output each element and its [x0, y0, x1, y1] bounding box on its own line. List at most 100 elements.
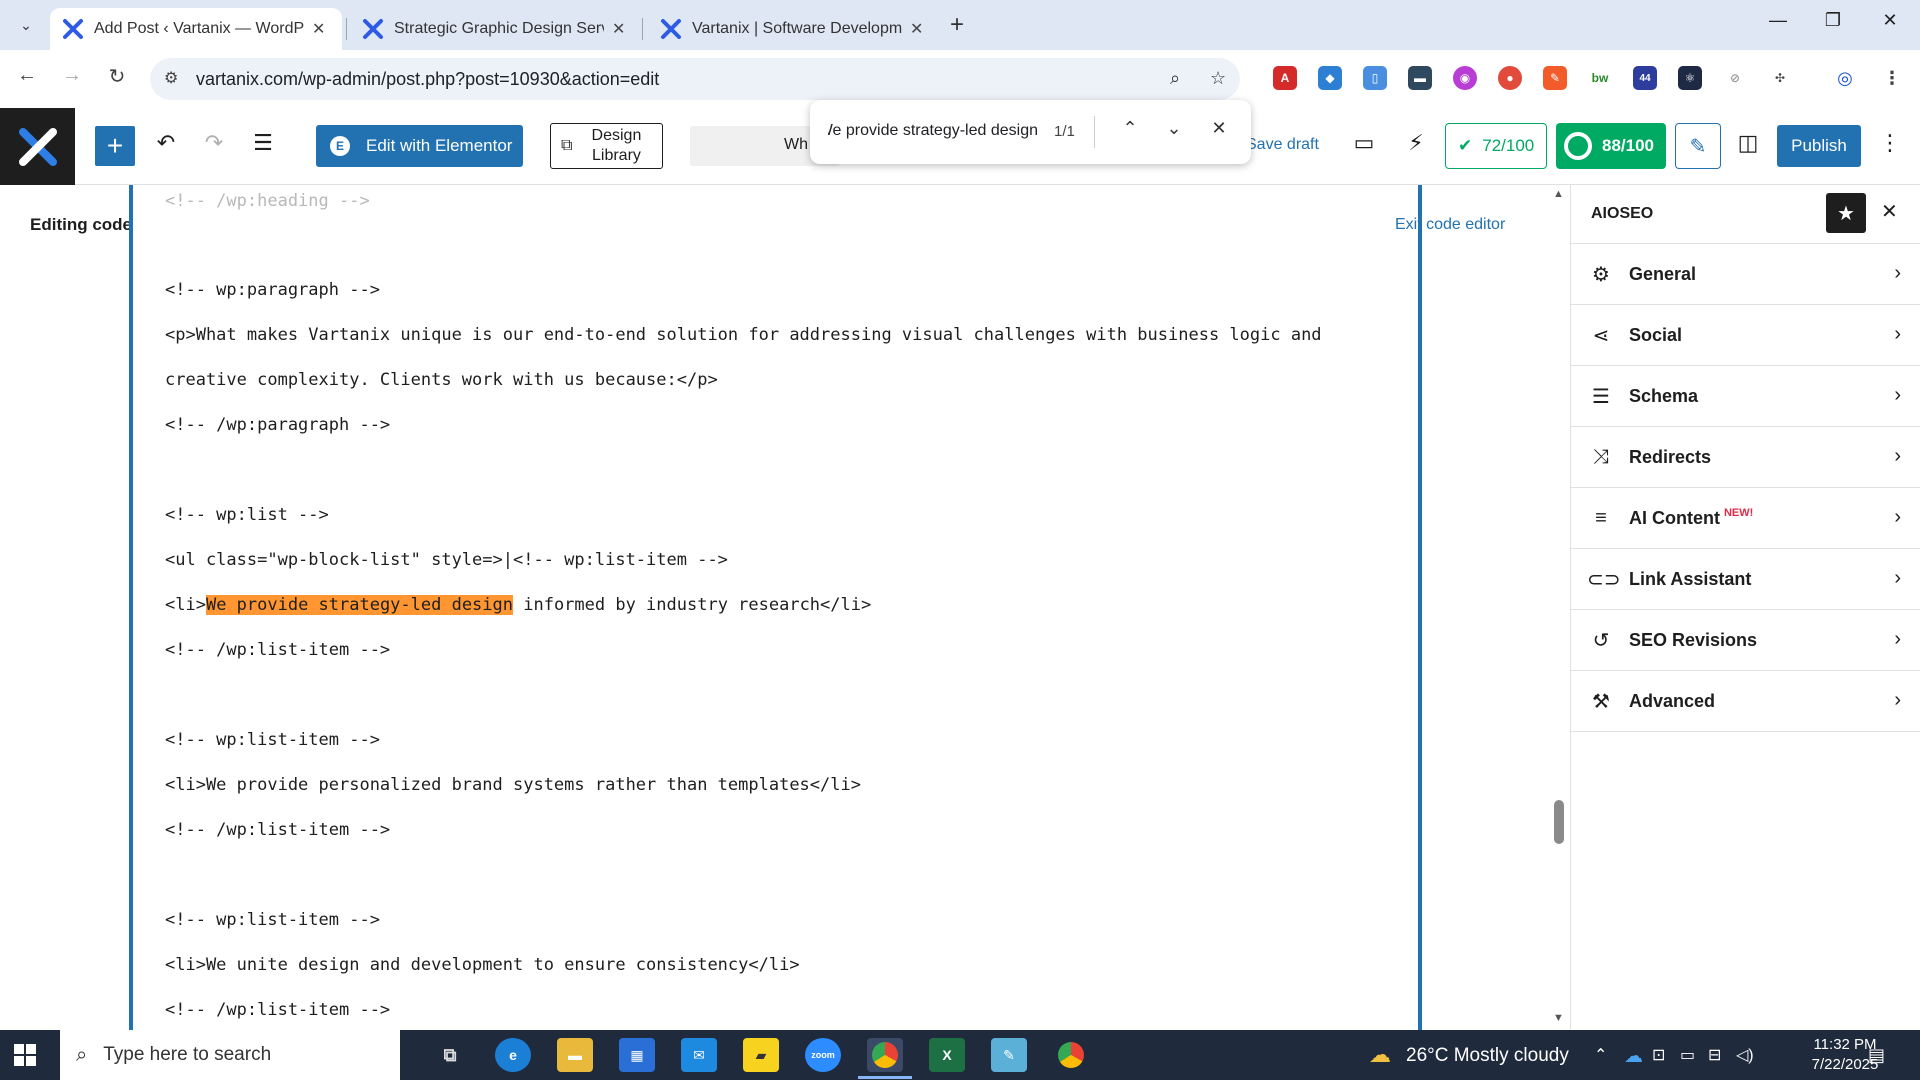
- tab-vartanix-software[interactable]: Vartanix | Software Developmen ✕: [648, 8, 940, 50]
- minimize-icon[interactable]: —: [1758, 10, 1798, 31]
- window-close-icon[interactable]: ✕: [1870, 10, 1910, 31]
- site-logo[interactable]: [0, 108, 75, 185]
- search-icon: ⌕: [76, 1043, 88, 1066]
- edit-with-elementor-button[interactable]: E Edit with Elementor: [316, 125, 523, 167]
- tray-overflow-icon[interactable]: ⌃: [1594, 1045, 1607, 1065]
- reload-icon[interactable]: ↻: [102, 64, 132, 89]
- folder-extension-icon[interactable]: ▬: [1408, 66, 1432, 90]
- code-line: <!-- /wp:list-item -->: [165, 820, 391, 840]
- find-in-page-icon[interactable]: ⌕: [1170, 68, 1180, 89]
- save-draft-button[interactable]: Save draft: [1246, 136, 1319, 154]
- notepad-icon[interactable]: ✎: [991, 1038, 1027, 1072]
- sidebar-item-social[interactable]: ⋖ Social ›: [1571, 305, 1920, 366]
- shield-extension-icon[interactable]: ◆: [1318, 66, 1342, 90]
- publish-button[interactable]: Publish: [1777, 125, 1861, 167]
- sidebar-item-seo-revisions[interactable]: ↺ SEO Revisions ›: [1571, 610, 1920, 671]
- weather-icon[interactable]: ☁: [1362, 1038, 1398, 1072]
- tab-add-post[interactable]: Add Post ‹ Vartanix — WordPre ✕: [50, 8, 342, 50]
- find-bar: We provide strategy-led design 1/1 ⌃ ⌄ ✕: [810, 100, 1251, 164]
- weather-text[interactable]: 26°C Mostly cloudy: [1406, 1045, 1569, 1067]
- chrome-profile-icon[interactable]: [1053, 1038, 1089, 1072]
- sidebar-item-general[interactable]: ⚙ General ›: [1571, 244, 1920, 305]
- design-library-button[interactable]: ⧉ Design Library: [550, 123, 663, 169]
- options-menu-icon[interactable]: ⋮: [1874, 130, 1906, 156]
- code-line: <!-- wp:list-item -->: [165, 730, 380, 750]
- profile-icon[interactable]: ◎: [1833, 66, 1857, 90]
- find-close-icon[interactable]: ✕: [1205, 118, 1233, 139]
- aioseo-score-button[interactable]: 88/100: [1556, 123, 1666, 169]
- network-icon[interactable]: ⊟: [1708, 1045, 1721, 1065]
- sidebar-title: AIOSEO: [1591, 205, 1654, 222]
- bw-extension-icon[interactable]: bw: [1588, 66, 1612, 90]
- chrome-menu-icon[interactable]: ⋮: [1880, 66, 1904, 90]
- restore-icon[interactable]: ❐: [1813, 10, 1853, 31]
- document-overview-icon[interactable]: ☰: [247, 130, 279, 156]
- tab-search-chevron-icon[interactable]: ⌄: [12, 11, 40, 39]
- tray-app-icon[interactable]: ⊡: [1652, 1045, 1665, 1065]
- code-editor[interactable]: <!-- /wp:heading --> <!-- wp:paragraph -…: [129, 185, 1422, 1030]
- readability-score-button[interactable]: ✔ 72/100: [1445, 123, 1547, 169]
- store-icon[interactable]: ▦: [619, 1038, 655, 1072]
- performance-icon[interactable]: ⚡: [1400, 130, 1432, 156]
- site-settings-icon[interactable]: ⚙: [164, 68, 178, 88]
- mail-icon[interactable]: ✉: [681, 1038, 717, 1072]
- editing-code-label: Editing code: [30, 215, 132, 234]
- windows-start-icon[interactable]: [14, 1044, 36, 1066]
- editor-scrollbar-thumb[interactable]: [1554, 800, 1564, 844]
- sidebar-item-redirects[interactable]: ⤨ Redirects ›: [1571, 427, 1920, 488]
- chevron-right-icon: ›: [1894, 628, 1901, 650]
- edge-icon[interactable]: e: [495, 1038, 531, 1072]
- chrome-active-icon[interactable]: [867, 1038, 903, 1072]
- task-view-icon[interactable]: ⧉: [432, 1038, 468, 1072]
- onedrive-icon[interactable]: ☁: [1624, 1045, 1643, 1068]
- react-extension-icon[interactable]: ⚛: [1678, 66, 1702, 90]
- undo-icon[interactable]: ↶: [150, 130, 182, 156]
- preview-desktop-icon[interactable]: ▭: [1348, 130, 1380, 156]
- code-fragment: <li>: [165, 595, 206, 615]
- docs-extension-icon[interactable]: ▯: [1363, 66, 1387, 90]
- sidebar-item-schema[interactable]: ☰ Schema ›: [1571, 366, 1920, 427]
- sidebar-item-ai-content[interactable]: ≡ AI Content NEW! ›: [1571, 488, 1920, 549]
- editor-scrollbar[interactable]: [1548, 185, 1570, 1030]
- zoom-icon[interactable]: zoom: [805, 1038, 841, 1072]
- find-query-input[interactable]: We provide strategy-led design: [828, 122, 1038, 140]
- spark-extension-icon[interactable]: ✎: [1543, 66, 1567, 90]
- ai-wand-icon[interactable]: ✎: [1675, 123, 1721, 169]
- sidebar-item-link-assistant[interactable]: ⊂⊃ Link Assistant ›: [1571, 549, 1920, 610]
- pokeball-extension-icon[interactable]: ●: [1498, 66, 1522, 90]
- sidebar-item-label: General: [1629, 263, 1697, 284]
- tab-close-icon[interactable]: ✕: [910, 19, 923, 39]
- find-previous-icon[interactable]: ⌃: [1116, 118, 1144, 139]
- scroll-down-arrow-icon[interactable]: ▼: [1553, 1012, 1564, 1024]
- tab-close-icon[interactable]: ✕: [612, 19, 625, 39]
- badge-extension-icon[interactable]: 44: [1633, 66, 1657, 90]
- excel-icon[interactable]: X: [929, 1038, 965, 1072]
- file-explorer-icon[interactable]: ▬: [557, 1038, 593, 1072]
- block-inserter-button[interactable]: +: [95, 126, 135, 166]
- color-extension-icon[interactable]: ◉: [1453, 66, 1477, 90]
- puzzle-extensions-icon[interactable]: ✣: [1768, 66, 1792, 90]
- find-next-icon[interactable]: ⌄: [1160, 118, 1188, 139]
- acrobat-extension-icon[interactable]: A: [1273, 66, 1297, 90]
- taskbar-search-box[interactable]: ⌕ Type here to search: [60, 1030, 400, 1080]
- scroll-up-arrow-icon[interactable]: ▲: [1553, 188, 1564, 200]
- bookmark-star-icon[interactable]: ☆: [1210, 68, 1226, 89]
- new-tab-plus-icon[interactable]: +: [950, 12, 964, 38]
- address-bar[interactable]: ⚙ vartanix.com/wp-admin/post.php?post=10…: [150, 58, 1240, 100]
- back-arrow-icon[interactable]: ←: [12, 64, 42, 87]
- forward-arrow-icon[interactable]: →: [57, 64, 87, 87]
- tab-close-icon[interactable]: ✕: [312, 19, 325, 39]
- sidebar-item-advanced[interactable]: ⚒ Advanced ›: [1571, 671, 1920, 732]
- redo-icon[interactable]: ↷: [198, 130, 230, 156]
- settings-sidebar-toggle-icon[interactable]: ◫: [1732, 130, 1764, 156]
- tab-strategic-graphic-design[interactable]: Strategic Graphic Design Servic ✕: [350, 8, 642, 50]
- sidebar-close-icon[interactable]: ✕: [1881, 199, 1898, 224]
- code-line: <!-- /wp:heading -->: [165, 191, 370, 211]
- volume-icon[interactable]: ◁): [1736, 1045, 1754, 1065]
- pin-star-icon[interactable]: ★: [1826, 193, 1866, 233]
- sticky-notes-icon[interactable]: ▰: [743, 1038, 779, 1072]
- compass-extension-icon[interactable]: ⊘: [1723, 66, 1747, 90]
- address-url[interactable]: vartanix.com/wp-admin/post.php?post=1093…: [196, 69, 659, 90]
- notification-icon[interactable]: ▤: [1868, 1045, 1885, 1066]
- battery-icon[interactable]: ▭: [1680, 1045, 1695, 1065]
